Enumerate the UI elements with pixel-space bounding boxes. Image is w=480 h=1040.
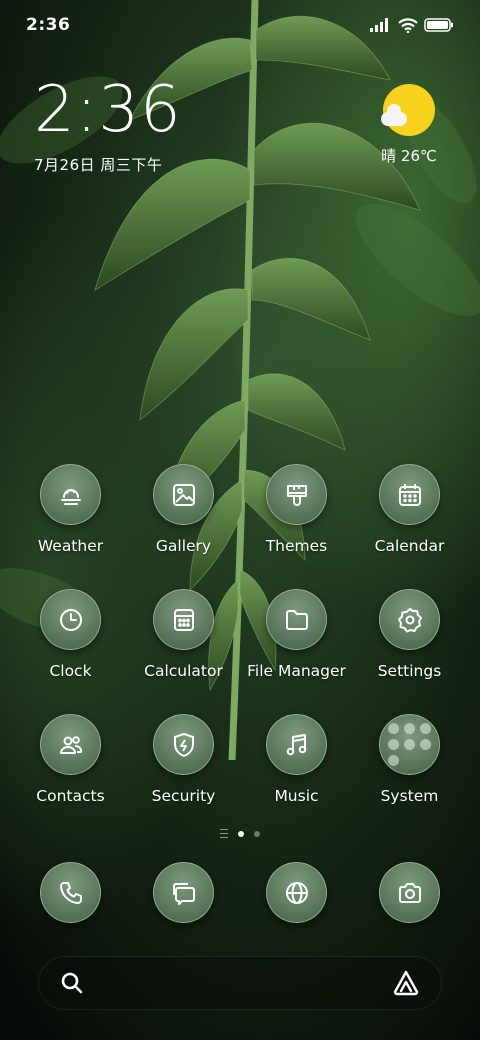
search-icon[interactable]: [59, 970, 85, 996]
weather-icon[interactable]: [40, 464, 101, 525]
messages-icon[interactable]: [153, 862, 214, 923]
wifi-icon: [398, 17, 418, 33]
app-weather[interactable]: Weather: [14, 464, 127, 589]
weather-widget[interactable]: 晴 26℃: [374, 84, 444, 166]
app-calendar[interactable]: Calendar: [353, 464, 466, 589]
app-contacts[interactable]: Contacts: [14, 714, 127, 839]
gear-icon[interactable]: [379, 589, 440, 650]
page-list-icon: [220, 829, 228, 838]
app-label: File Manager: [247, 662, 346, 680]
app-clock[interactable]: Clock: [14, 589, 127, 714]
app-row: Contacts Security Music System: [0, 714, 480, 839]
app-label: Calendar: [374, 537, 445, 555]
status-icons: [370, 17, 454, 33]
app-label: System: [380, 787, 439, 805]
shield-icon[interactable]: [153, 714, 214, 775]
app-label: Contacts: [36, 787, 105, 805]
camera-icon[interactable]: [379, 862, 440, 923]
calendar-icon[interactable]: [379, 464, 440, 525]
browser-icon[interactable]: [266, 862, 327, 923]
page-dot: [254, 830, 260, 837]
calculator-icon[interactable]: [153, 589, 214, 650]
app-calculator[interactable]: Calculator: [127, 589, 240, 714]
sunny-cloud-icon: [381, 84, 435, 136]
app-label: Settings: [377, 662, 442, 680]
app-system-folder[interactable]: System: [353, 714, 466, 839]
dock-messages[interactable]: [127, 862, 240, 923]
app-music[interactable]: Music: [240, 714, 353, 839]
app-label: Music: [274, 787, 319, 805]
app-themes[interactable]: Themes: [240, 464, 353, 589]
gallery-icon[interactable]: [153, 464, 214, 525]
clock-widget[interactable]: 2:36 7月26日 周三下午: [34, 78, 182, 175]
search-bar[interactable]: [38, 956, 442, 1010]
themes-icon[interactable]: [266, 464, 327, 525]
weather-text: 晴 26℃: [381, 147, 437, 165]
contacts-icon[interactable]: [40, 714, 101, 775]
folder-icon[interactable]: [266, 589, 327, 650]
widget-date: 7月26日 周三下午: [34, 156, 163, 174]
app-file-manager[interactable]: File Manager: [240, 589, 353, 714]
folder-grid-icon[interactable]: [379, 714, 440, 775]
status-time: 2:36: [26, 15, 71, 35]
app-gallery[interactable]: Gallery: [127, 464, 240, 589]
dock: [0, 862, 480, 923]
app-grid: Weather Gallery Themes Calendar Clock Ca…: [0, 464, 480, 839]
battery-icon: [424, 18, 454, 32]
music-icon[interactable]: [266, 714, 327, 775]
app-security[interactable]: Security: [127, 714, 240, 839]
app-label: Calculator: [144, 662, 223, 680]
app-row: Clock Calculator File Manager Settings: [0, 589, 480, 714]
dock-phone[interactable]: [14, 862, 127, 923]
app-label: Themes: [265, 537, 328, 555]
app-label: Security: [151, 787, 216, 805]
app-label: Gallery: [155, 537, 212, 555]
phone-icon[interactable]: [40, 862, 101, 923]
app-settings[interactable]: Settings: [353, 589, 466, 714]
page-dot-active: [238, 830, 244, 837]
app-label: Weather: [37, 537, 104, 555]
dock-browser[interactable]: [240, 862, 353, 923]
assistant-icon[interactable]: [391, 969, 421, 997]
dock-camera[interactable]: [353, 862, 466, 923]
widget-time: 2:36: [34, 73, 182, 147]
app-row: Weather Gallery Themes Calendar: [0, 464, 480, 589]
app-label: Clock: [49, 662, 92, 680]
clock-icon[interactable]: [40, 589, 101, 650]
signal-icon: [370, 18, 392, 32]
page-indicator[interactable]: [0, 829, 480, 838]
status-bar: 2:36: [0, 0, 480, 50]
folder-preview-grid: [388, 723, 431, 766]
